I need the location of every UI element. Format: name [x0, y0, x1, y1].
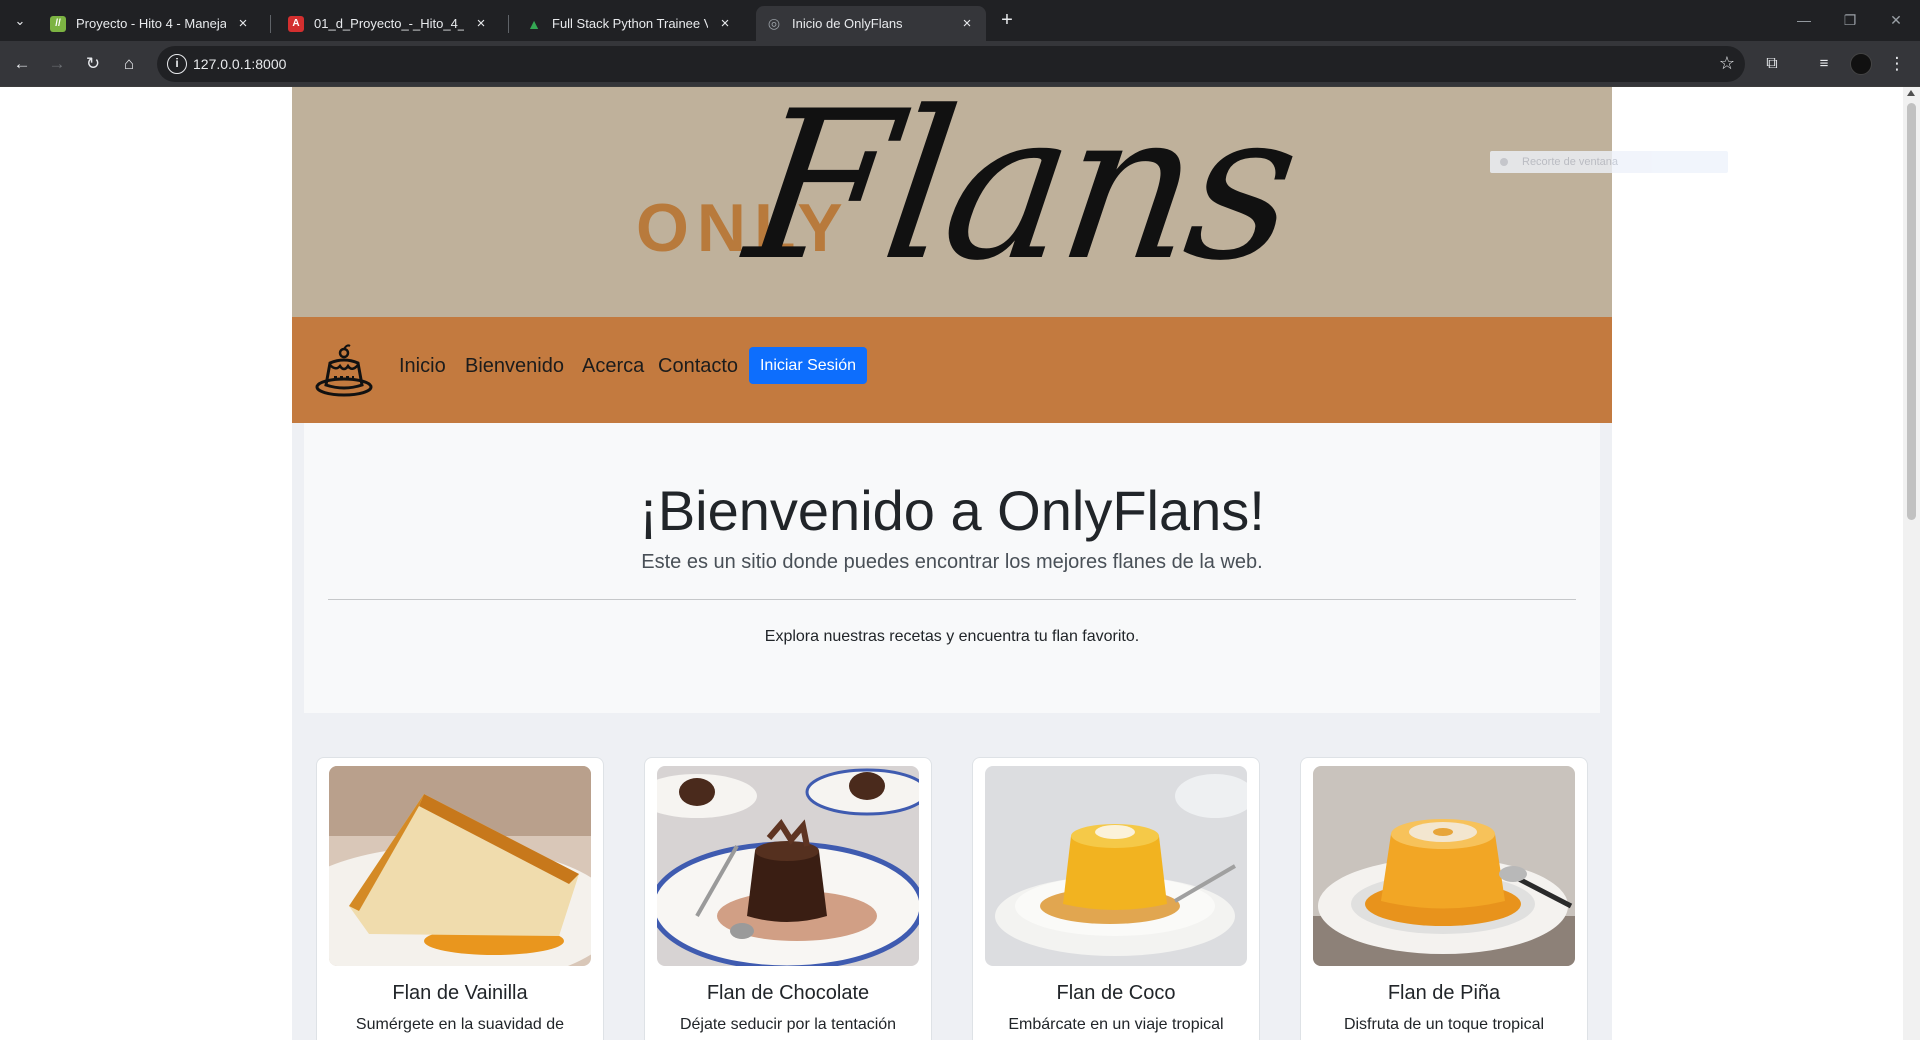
- restore-icon[interactable]: ❐: [1836, 8, 1864, 32]
- snip-icon: [1500, 158, 1508, 166]
- close-tab-icon[interactable]: ×: [472, 15, 490, 33]
- new-tab-icon[interactable]: +: [995, 9, 1019, 33]
- page-scrollbar[interactable]: [1903, 87, 1920, 1040]
- close-tab-icon[interactable]: ×: [958, 15, 976, 33]
- flan-card-vainilla[interactable]: Flan de Vainilla Sumérgete en la suavida…: [316, 757, 604, 1040]
- address-bar[interactable]: i 127.0.0.1:8000 ☆: [157, 46, 1745, 82]
- nav-link-bienvenido[interactable]: Bienvenido: [465, 355, 564, 378]
- flan-card-coco[interactable]: Flan de Coco Embárcate en un viaje tropi…: [972, 757, 1260, 1040]
- tab-title: Full Stack Python Trainee V2.0: [552, 16, 708, 31]
- back-icon[interactable]: ←: [10, 52, 34, 76]
- flan-chocolate-image: [657, 766, 919, 966]
- snip-tooltip: Recorte de ventana: [1490, 151, 1728, 173]
- page-viewport: ONLY Flans Inicio Bienvenido Acerca Cont…: [0, 87, 1920, 1040]
- card-title: Flan de Chocolate: [706, 982, 870, 1004]
- profile-icon[interactable]: [1850, 53, 1872, 75]
- nav-link-contacto[interactable]: Contacto: [658, 355, 738, 378]
- card-description: Sumérgete en la suavidad de: [355, 1016, 565, 1033]
- reload-icon[interactable]: ↻: [81, 52, 105, 76]
- drive-icon: ▲: [527, 15, 541, 32]
- close-tab-icon[interactable]: ×: [234, 15, 252, 33]
- url-text[interactable]: 127.0.0.1:8000: [193, 56, 286, 72]
- extensions-icon[interactable]: ⧉: [1760, 52, 1784, 76]
- close-tab-icon[interactable]: ×: [716, 15, 734, 33]
- scroll-up-icon[interactable]: [1907, 90, 1915, 96]
- logo-flans-text: Flans: [735, 87, 1307, 306]
- tab-divider: [508, 15, 509, 33]
- card-description: Embárcate en un viaje tropical: [1008, 1016, 1224, 1033]
- page-container: ONLY Flans Inicio Bienvenido Acerca Cont…: [292, 87, 1612, 1040]
- flan-card-pina[interactable]: Flan de Piña Disfruta de un toque tropic…: [1300, 757, 1588, 1040]
- tab-divider: [270, 15, 271, 33]
- nav-link-inicio[interactable]: Inicio: [399, 355, 446, 378]
- tab-title: Inicio de OnlyFlans: [792, 16, 903, 31]
- browser-tab-2[interactable]: A 01_d_Proyecto_-_Hito_4_-_Man ×: [278, 6, 500, 41]
- welcome-jumbotron: ¡Bienvenido a OnlyFlans! Este es un siti…: [304, 423, 1600, 713]
- menu-icon[interactable]: ⋮: [1885, 52, 1909, 76]
- browser-tab-4-active[interactable]: ◎ Inicio de OnlyFlans ×: [756, 6, 986, 41]
- navbar: Inicio Bienvenido Acerca Contacto Inicia…: [292, 317, 1612, 423]
- nav-link-acerca[interactable]: Acerca: [582, 355, 644, 378]
- browser-tab-1[interactable]: // Proyecto - Hito 4 - Manejando ×: [40, 6, 262, 41]
- hero-text: Explora nuestras recetas y encuentra tu …: [764, 628, 1140, 645]
- scrollbar-thumb[interactable]: [1907, 103, 1916, 520]
- browser-tab-3[interactable]: ▲ Full Stack Python Trainee V2.0 ×: [516, 6, 744, 41]
- tab-title: 01_d_Proyecto_-_Hito_4_-_Man: [314, 16, 464, 31]
- hero-title: ¡Bienvenido a OnlyFlans!: [639, 479, 1265, 542]
- flan-logo-icon[interactable]: [314, 341, 374, 397]
- browser-tabstrip: ⌄ // Proyecto - Hito 4 - Manejando × A 0…: [0, 0, 1920, 41]
- pdf-icon: A: [288, 15, 304, 32]
- divider: [328, 599, 1576, 600]
- flan-vainilla-image: [329, 766, 591, 966]
- minimize-icon[interactable]: —: [1790, 8, 1818, 32]
- close-window-icon[interactable]: ✕: [1882, 8, 1910, 32]
- tab-title: Proyecto - Hito 4 - Manejando: [76, 16, 226, 31]
- card-title: Flan de Piña: [1387, 982, 1501, 1004]
- favicon-icon: //: [50, 15, 66, 32]
- card-title: Flan de Vainilla: [392, 982, 528, 1004]
- flan-pina-image: [1313, 766, 1575, 966]
- card-description: Disfruta de un toque tropical: [1343, 1016, 1545, 1033]
- media-control-icon[interactable]: ≡: [1812, 52, 1836, 76]
- site-info-icon[interactable]: i: [167, 54, 187, 74]
- flan-coco-image: [985, 766, 1247, 966]
- header-banner: ONLY Flans: [292, 87, 1612, 317]
- forward-icon[interactable]: →: [45, 52, 69, 76]
- tab-search-icon[interactable]: ⌄: [8, 9, 32, 33]
- card-description: Déjate seducir por la tentación: [679, 1016, 897, 1033]
- home-icon[interactable]: ⌂: [117, 52, 141, 76]
- hero-subtitle: Este es un sitio donde puedes encontrar …: [641, 551, 1263, 573]
- flan-card-chocolate[interactable]: Flan de Chocolate Déjate seducir por la …: [644, 757, 932, 1040]
- browser-toolbar: ← → ↻ ⌂ i 127.0.0.1:8000 ☆ ⧉ ≡ ⋮: [0, 41, 1920, 87]
- card-title: Flan de Coco: [1056, 982, 1176, 1004]
- snip-tooltip-label: Recorte de ventana: [1522, 156, 1619, 168]
- bookmark-star-icon[interactable]: ☆: [1719, 53, 1735, 74]
- globe-icon: ◎: [767, 15, 781, 31]
- login-button[interactable]: Iniciar Sesión: [749, 347, 867, 384]
